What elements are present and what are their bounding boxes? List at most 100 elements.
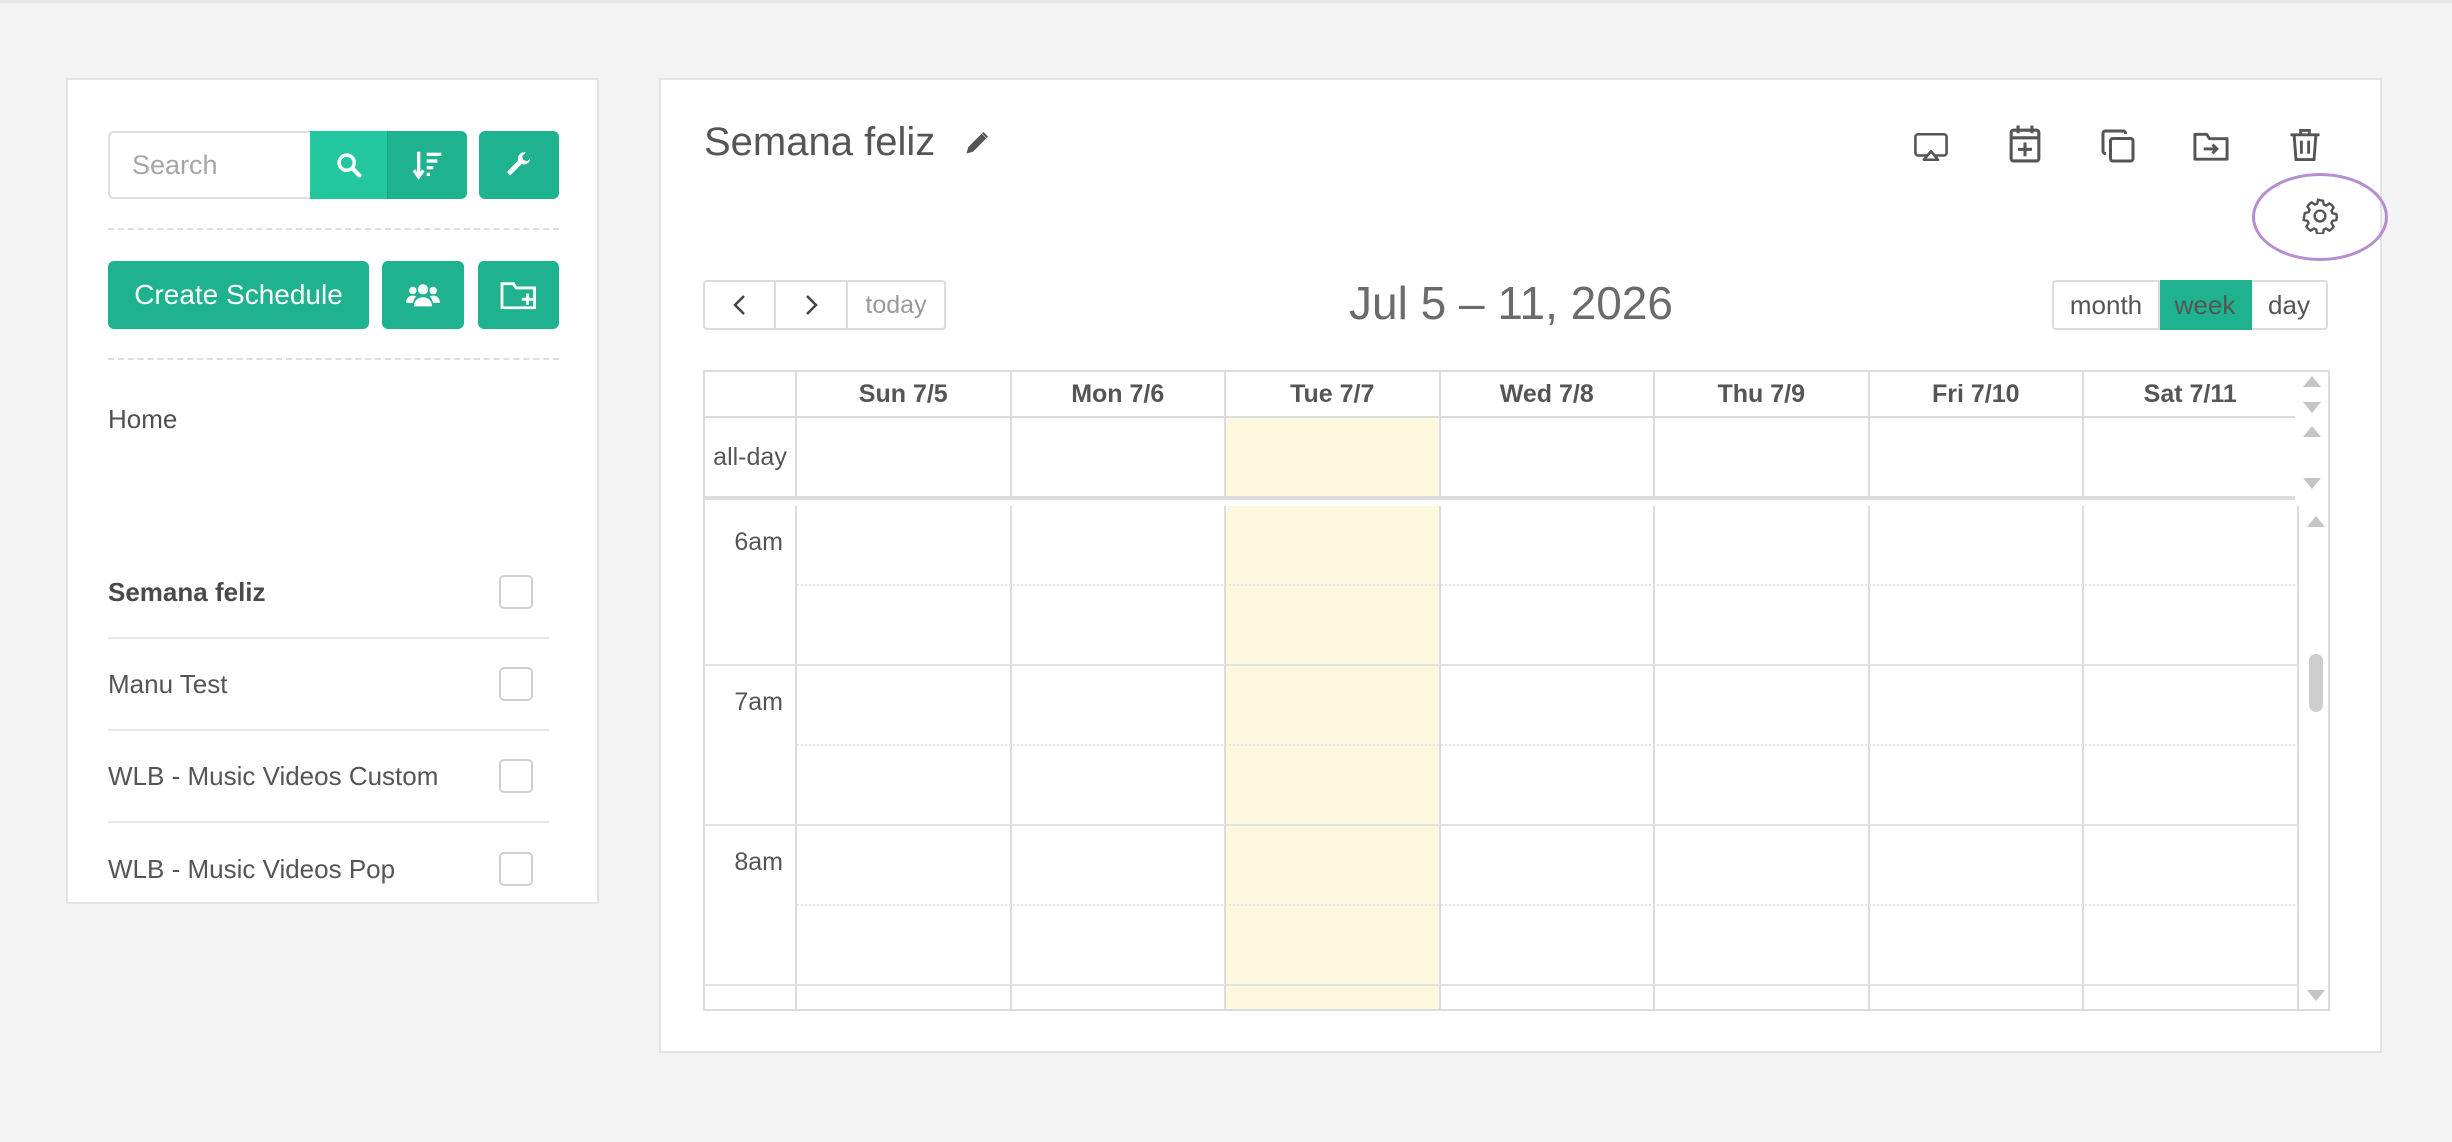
new-folder-button[interactable] <box>478 261 559 329</box>
day-header: Thu 7/9 <box>1655 372 1870 416</box>
schedule-checkbox[interactable] <box>499 852 533 886</box>
day-column[interactable] <box>797 506 1012 1009</box>
sort-button[interactable] <box>387 131 467 199</box>
pencil-icon <box>966 131 989 153</box>
schedule-item[interactable]: Manu Test <box>108 639 549 731</box>
delete-button[interactable] <box>2283 123 2327 167</box>
time-grid-scrollbar[interactable] <box>2299 506 2328 1009</box>
all-day-cell[interactable] <box>1012 418 1226 496</box>
folder-move-icon <box>2193 132 2229 161</box>
highlight-ring <box>2252 173 2388 261</box>
search-icon <box>336 153 362 178</box>
sidebar: Create Schedule Home Semana feliz Manu T… <box>66 78 599 904</box>
view-switcher: month week day <box>2052 280 2328 330</box>
sort-descending-icon <box>412 151 441 180</box>
scroll-down-arrow[interactable] <box>2303 402 2321 413</box>
team-button[interactable] <box>382 261 464 329</box>
half-hour-line <box>797 904 2299 906</box>
schedule-item[interactable]: Semana feliz <box>108 547 549 639</box>
schedule-name: Semana feliz <box>108 576 266 607</box>
all-day-cell[interactable] <box>797 418 1012 496</box>
time-gutter: 6am 7am 8am <box>705 506 797 1009</box>
scroll-up-arrow[interactable] <box>2303 376 2321 387</box>
chevron-right-icon <box>806 295 818 315</box>
users-icon <box>406 284 440 307</box>
view-week-button[interactable]: week <box>2160 280 2252 330</box>
hour-label: 7am <box>734 688 783 716</box>
view-day-button[interactable]: day <box>2252 280 2328 330</box>
next-week-button[interactable] <box>776 280 848 330</box>
header-scrollbar[interactable] <box>2295 372 2328 418</box>
all-day-cell[interactable] <box>2084 418 2299 496</box>
all-day-cell-today[interactable] <box>1226 418 1441 496</box>
day-header: Sun 7/5 <box>797 372 1012 416</box>
all-day-label: all-day <box>705 418 797 496</box>
day-header: Mon 7/6 <box>1012 372 1226 416</box>
scroll-up-arrow[interactable] <box>2303 426 2321 437</box>
hour-line <box>705 984 2299 986</box>
day-header: Tue 7/7 <box>1226 372 1441 416</box>
day-column[interactable] <box>1441 506 1655 1009</box>
divider <box>108 358 559 360</box>
schedule-list: Semana feliz Manu Test WLB - Music Video… <box>108 547 549 915</box>
page-title: Semana feliz <box>704 120 936 164</box>
scroll-down-arrow[interactable] <box>2307 990 2325 1001</box>
top-border <box>0 0 2452 3</box>
title-row: Semana feliz <box>704 120 991 165</box>
schedule-item[interactable]: WLB - Music Videos Pop <box>108 823 549 915</box>
cast-icon <box>1914 132 1948 162</box>
scroll-up-arrow[interactable] <box>2307 516 2325 527</box>
schedule-checkbox[interactable] <box>499 667 533 701</box>
schedule-checkbox[interactable] <box>499 575 533 609</box>
day-column-today[interactable] <box>1226 506 1441 1009</box>
half-hour-line <box>797 584 2299 586</box>
search-group <box>108 131 467 199</box>
duplicate-button[interactable] <box>2096 124 2140 168</box>
header-gutter <box>705 372 797 416</box>
half-hour-line <box>797 744 2299 746</box>
home-link[interactable]: Home <box>108 404 177 435</box>
schedule-name: Manu Test <box>108 668 228 699</box>
calendar-add-icon <box>2009 125 2041 163</box>
add-event-button[interactable] <box>2003 122 2047 166</box>
schedule-item[interactable]: WLB - Music Videos Custom <box>108 731 549 823</box>
schedule-checkbox[interactable] <box>499 759 533 793</box>
edit-title-button[interactable] <box>963 129 991 157</box>
prev-week-button[interactable] <box>703 280 776 330</box>
day-header: Sat 7/11 <box>2084 372 2299 416</box>
day-column[interactable] <box>1012 506 1226 1009</box>
today-button[interactable]: today <box>848 280 946 330</box>
time-grid: 6am 7am 8am <box>705 506 2328 1009</box>
hour-label: 6am <box>734 528 783 556</box>
day-column[interactable] <box>2084 506 2299 1009</box>
divider <box>108 228 559 230</box>
chevron-left-icon <box>732 295 745 315</box>
hour-line <box>705 664 2299 666</box>
trash-icon <box>2290 129 2320 161</box>
calendar-header: Sun 7/5 Mon 7/6 Tue 7/7 Wed 7/8 Thu 7/9 … <box>705 372 2328 418</box>
search-input[interactable] <box>108 131 310 199</box>
all-day-scrollbar[interactable] <box>2295 418 2328 500</box>
create-schedule-button[interactable]: Create Schedule <box>108 261 369 329</box>
schedule-name: WLB - Music Videos Custom <box>108 760 439 791</box>
all-day-cell[interactable] <box>1441 418 1655 496</box>
hour-label: 8am <box>734 848 783 876</box>
day-column[interactable] <box>1655 506 1870 1009</box>
folder-add-icon <box>500 282 536 310</box>
schedule-panel: Semana feliz today Jul 5 – 11, 2026 mont… <box>659 78 2388 1053</box>
day-column[interactable] <box>1870 506 2084 1009</box>
all-day-cell[interactable] <box>1655 418 1870 496</box>
view-month-button[interactable]: month <box>2052 280 2160 330</box>
cast-button[interactable] <box>1909 125 1953 169</box>
day-header: Wed 7/8 <box>1441 372 1655 416</box>
scroll-thumb[interactable] <box>2309 654 2323 712</box>
search-button[interactable] <box>310 131 387 199</box>
scroll-down-arrow[interactable] <box>2303 478 2321 489</box>
move-to-folder-button[interactable] <box>2189 124 2233 168</box>
wrench-icon <box>507 152 531 175</box>
all-day-cell[interactable] <box>1870 418 2084 496</box>
day-columns <box>797 506 2299 1009</box>
week-calendar: Sun 7/5 Mon 7/6 Tue 7/7 Wed 7/8 Thu 7/9 … <box>703 370 2330 1011</box>
settings-wrench-button[interactable] <box>479 131 559 199</box>
all-day-row: all-day <box>705 418 2328 500</box>
